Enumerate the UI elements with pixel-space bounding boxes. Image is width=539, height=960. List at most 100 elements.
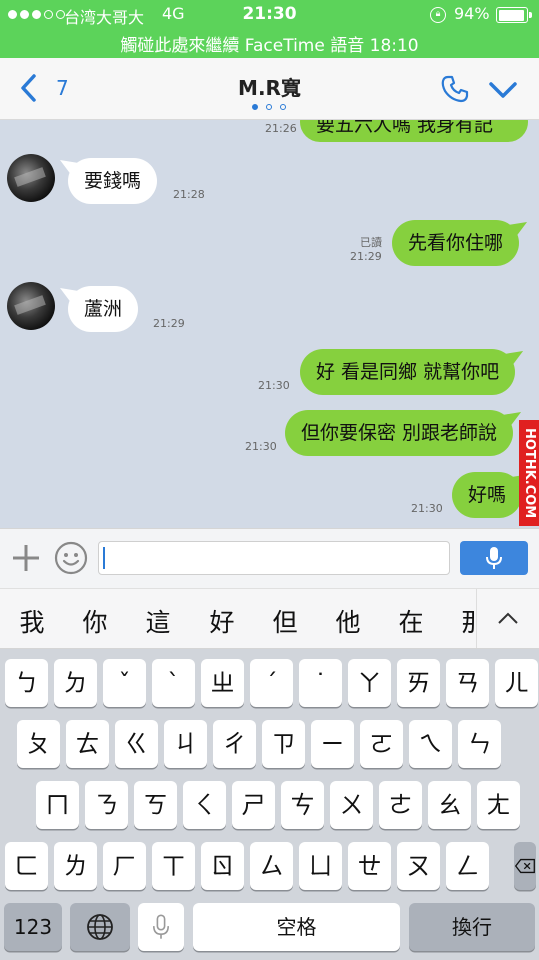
dictation-key[interactable]: [138, 903, 184, 951]
zhuyin-key[interactable]: ㄛ: [360, 720, 403, 768]
zhuyin-key[interactable]: ㄙ: [250, 842, 293, 890]
message-bubble-outgoing[interactable]: 要五六人嗎 我身有記: [300, 120, 528, 142]
message-text: 蘆洲: [84, 298, 123, 320]
zhuyin-key[interactable]: ㄉ: [54, 659, 97, 707]
zhuyin-key[interactable]: ㄋ: [85, 781, 128, 829]
chevron-down-icon[interactable]: [488, 78, 518, 102]
zhuyin-key[interactable]: ㄦ: [495, 659, 538, 707]
message-time: 21:30: [245, 440, 277, 453]
message-time: 21:26: [265, 122, 297, 135]
message-text: 好嗎: [468, 484, 507, 506]
expand-candidates-button[interactable]: [476, 589, 539, 648]
globe-icon: [87, 914, 113, 940]
message-bubble-incoming[interactable]: 蘆洲: [68, 286, 139, 332]
zhuyin-key[interactable]: ˋ: [152, 659, 195, 707]
message-time: 21:29: [350, 250, 382, 263]
globe-key[interactable]: [70, 903, 130, 951]
chevron-up-icon: [498, 612, 518, 624]
emoji-icon[interactable]: [54, 541, 88, 575]
return-key[interactable]: 換行: [409, 903, 535, 951]
zhuyin-key[interactable]: ㄈ: [5, 842, 48, 890]
microphone-icon: [486, 547, 502, 569]
battery-percent: 94%: [454, 4, 490, 23]
zhuyin-key[interactable]: ˙: [299, 659, 342, 707]
message-bubble-incoming[interactable]: 要錢嗎: [68, 158, 158, 204]
zhuyin-key[interactable]: ㄆ: [17, 720, 60, 768]
facetime-return-banner[interactable]: 觸碰此處來繼續 FaceTime 語音 18:10: [0, 31, 539, 56]
message-text: 但你要保密 別跟老師說: [301, 422, 498, 444]
zhuyin-key[interactable]: ㄞ: [397, 659, 440, 707]
zhuyin-key[interactable]: ㄗ: [262, 720, 305, 768]
message-list[interactable]: 要五六人嗎 我身有記 21:26 要錢嗎 21:28 已讀 21:29 先看你住…: [0, 120, 539, 528]
page-indicator: [252, 104, 286, 110]
numbers-key[interactable]: 123: [4, 903, 62, 951]
zhuyin-key[interactable]: ㄅ: [5, 659, 48, 707]
candidate-word[interactable]: 他: [328, 603, 368, 639]
read-receipt: 已讀: [360, 236, 382, 249]
message-time: 21:30: [411, 502, 443, 515]
status-bar[interactable]: 台湾大哥大 4G 21:30 🔒︎ 94% 觸碰此處來繼續 FaceTime 語…: [0, 0, 539, 58]
ime-candidate-bar: 那在他但好這你我: [0, 588, 539, 649]
zhuyin-key[interactable]: ㄌ: [54, 842, 97, 890]
zhuyin-key[interactable]: ㄑ: [183, 781, 226, 829]
zhuyin-key[interactable]: ㄢ: [446, 659, 489, 707]
message-time: 21:29: [153, 317, 185, 330]
avatar[interactable]: [7, 282, 55, 330]
zhuyin-key[interactable]: ㄣ: [458, 720, 501, 768]
zhuyin-key[interactable]: ㄏ: [103, 842, 146, 890]
zhuyin-key[interactable]: ㄤ: [477, 781, 520, 829]
zhuyin-key[interactable]: ㄨ: [330, 781, 373, 829]
delete-key[interactable]: [514, 842, 536, 890]
message-bubble-outgoing[interactable]: 好嗎: [452, 472, 523, 518]
message-time: 21:30: [258, 379, 290, 392]
zhuyin-key[interactable]: ㄠ: [428, 781, 471, 829]
rotation-lock-icon: 🔒︎: [430, 7, 446, 23]
candidate-word[interactable]: 但: [265, 603, 305, 639]
message-text: 要五六人嗎 我身有記: [316, 120, 494, 136]
zhuyin-key[interactable]: ㄡ: [397, 842, 440, 890]
zhuyin-key[interactable]: ㄐ: [164, 720, 207, 768]
zhuyin-key[interactable]: ˇ: [103, 659, 146, 707]
message-bubble-outgoing[interactable]: 好 看是同鄉 就幫你吧: [300, 349, 516, 395]
zhuyin-key[interactable]: ˊ: [250, 659, 293, 707]
candidate-word[interactable]: 這: [138, 603, 178, 639]
voice-message-button[interactable]: [460, 541, 528, 575]
zhuyin-key[interactable]: ㄊ: [66, 720, 109, 768]
zhuyin-key[interactable]: ㄖ: [201, 842, 244, 890]
zhuyin-key[interactable]: ㄍ: [115, 720, 158, 768]
page-dot: [280, 104, 286, 110]
zhuyin-key[interactable]: ㄝ: [348, 842, 391, 890]
message-text: 好 看是同鄉 就幫你吧: [316, 361, 500, 383]
zhuyin-key[interactable]: ㄟ: [409, 720, 452, 768]
zhuyin-key[interactable]: ㄧ: [311, 720, 354, 768]
candidate-word[interactable]: 好: [202, 603, 242, 639]
plus-icon[interactable]: [11, 543, 41, 573]
zhuyin-key[interactable]: ㄓ: [201, 659, 244, 707]
page-dot: [266, 104, 272, 110]
zhuyin-key[interactable]: ㄕ: [232, 781, 275, 829]
zhuyin-key[interactable]: ㄒ: [152, 842, 195, 890]
zhuyin-key[interactable]: ㄘ: [281, 781, 324, 829]
candidate-word[interactable]: 我: [12, 603, 52, 639]
message-composer: [0, 528, 539, 588]
backspace-icon: [514, 858, 535, 874]
zhuyin-key[interactable]: ㄔ: [213, 720, 256, 768]
message-bubble-outgoing[interactable]: 但你要保密 別跟老師說: [285, 410, 514, 456]
phone-icon[interactable]: [440, 74, 470, 104]
candidate-word[interactable]: 在: [391, 603, 431, 639]
message-bubble-outgoing[interactable]: 先看你住哪: [392, 220, 520, 266]
zhuyin-key[interactable]: ㄥ: [446, 842, 489, 890]
zhuyin-key[interactable]: ㄚ: [348, 659, 391, 707]
message-input[interactable]: [98, 541, 450, 575]
zhuyin-key[interactable]: ㄎ: [134, 781, 177, 829]
zhuyin-key[interactable]: ㄜ: [379, 781, 422, 829]
zhuyin-key[interactable]: ㄩ: [299, 842, 342, 890]
zhuyin-keyboard: 123 空格 換行 ㄅㄉ ˇ ˋ ㄓ ˊ ˙ ㄚㄞㄢㄦㄆㄊㄍㄐㄔㄗㄧㄛㄟㄣㄇㄋㄎㄑㄕㄘㄨㄜㄠ…: [0, 649, 539, 960]
chat-header: 7 M.R寬: [0, 58, 539, 120]
avatar[interactable]: [7, 154, 55, 202]
message-time: 21:28: [173, 188, 205, 201]
zhuyin-key[interactable]: ㄇ: [36, 781, 79, 829]
space-key[interactable]: 空格: [193, 903, 400, 951]
candidate-word[interactable]: 你: [75, 603, 115, 639]
battery-icon: [496, 7, 532, 23]
